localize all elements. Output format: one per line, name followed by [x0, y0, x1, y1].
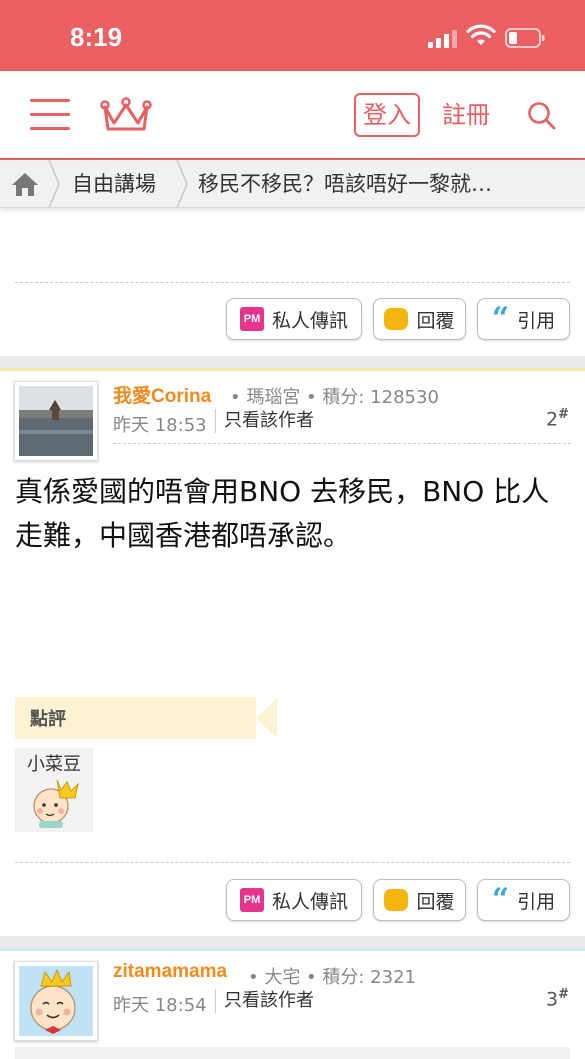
floor-number: 3#: [546, 987, 569, 1010]
private-message-button[interactable]: PM 私人傳訊: [226, 879, 362, 921]
floor-mark: #: [558, 407, 569, 422]
private-message-label: 私人傳訊: [271, 890, 348, 913]
breadcrumb-item-forum[interactable]: 自由講場: [72, 160, 156, 207]
post-content: 真係愛國的唔會用BNO 去移民，BNO 比人走難，中國香港都唔承認。: [15, 475, 550, 552]
post-header: zitamamama • 大宅 • 積分: 2321 昨天 18:54 只看該作…: [0, 948, 585, 1041]
home-icon[interactable]: [11, 171, 39, 197]
post-username[interactable]: 我愛Corina: [113, 381, 211, 408]
divider: [15, 282, 570, 283]
quote-icon: “: [491, 301, 510, 336]
avatar[interactable]: [14, 381, 98, 461]
view-author-only-link[interactable]: 只看該作者: [215, 989, 314, 1013]
quote-button[interactable]: “ 引用: [477, 298, 570, 340]
quote-label: 引用: [517, 309, 556, 332]
next-content-strip: [15, 1047, 570, 1059]
commenter[interactable]: 小菜豆: [15, 748, 93, 832]
login-button[interactable]: 登入: [354, 93, 420, 137]
post-header: 我愛Corina • 瑪瑙宮 • 積分: 128530 昨天 18:53 只看該…: [0, 368, 585, 461]
ribbon-notch: [256, 697, 278, 739]
post-username[interactable]: zitamamama: [113, 961, 227, 983]
baby-crown-avatar-icon: [19, 966, 93, 1036]
breadcrumb-item-thread[interactable]: 移民不移民？唔該唔好一黎就…: [198, 160, 492, 207]
post-time: 昨天 18:53: [113, 415, 207, 436]
divider: [15, 862, 570, 863]
breadcrumb: 自由講場 移民不移民？唔該唔好一黎就…: [0, 160, 585, 208]
comment-section-label: 點評: [15, 697, 278, 739]
battery-icon: [505, 28, 545, 48]
chevron-right-icon: [48, 160, 60, 207]
reply-label: 回覆: [416, 309, 455, 332]
top-nav-bar: 登入 註冊: [0, 71, 585, 160]
post-time: 昨天 18:54: [113, 995, 207, 1016]
crown-logo-icon[interactable]: [100, 97, 152, 133]
avatar[interactable]: [14, 961, 98, 1041]
commenter-name: 小菜豆: [27, 754, 81, 775]
quote-button[interactable]: “ 引用: [477, 879, 570, 921]
pm-icon: PM: [239, 888, 264, 912]
speech-bubble-icon: [384, 889, 409, 911]
floor-number-value: 2: [546, 408, 559, 431]
avatar-landscape-photo: [19, 386, 93, 456]
quote-label: 引用: [517, 890, 556, 913]
signal-icon: [428, 28, 458, 48]
status-time: 8:19: [70, 22, 123, 52]
private-message-button[interactable]: PM 私人傳訊: [226, 298, 362, 340]
floor-mark: #: [558, 987, 569, 1002]
view-author-only-link[interactable]: 只看該作者: [215, 409, 314, 433]
quote-icon: “: [491, 882, 510, 917]
floor-number-value: 3: [546, 988, 559, 1011]
wifi-icon: [466, 24, 496, 45]
reply-button[interactable]: 回覆: [373, 879, 466, 921]
search-icon[interactable]: [527, 101, 557, 131]
baby-crown-avatar-icon: [33, 779, 79, 828]
reply-button[interactable]: 回覆: [373, 298, 466, 340]
user-meta: • 瑪瑙宮 • 積分: 128530: [230, 387, 439, 408]
hamburger-menu-icon[interactable]: [30, 99, 70, 131]
floor-number: 2#: [546, 407, 569, 430]
register-button[interactable]: 註冊: [442, 93, 490, 137]
private-message-label: 私人傳訊: [271, 309, 348, 332]
comment-section-title: 點評: [30, 709, 66, 730]
speech-bubble-icon: [384, 308, 409, 330]
pm-icon: PM: [239, 307, 264, 331]
user-meta: • 大宅 • 積分: 2321: [248, 967, 416, 988]
status-bar: 8:19: [0, 0, 585, 71]
reply-label: 回覆: [416, 890, 455, 913]
divider: [113, 443, 571, 444]
chevron-right-icon: [176, 160, 188, 207]
